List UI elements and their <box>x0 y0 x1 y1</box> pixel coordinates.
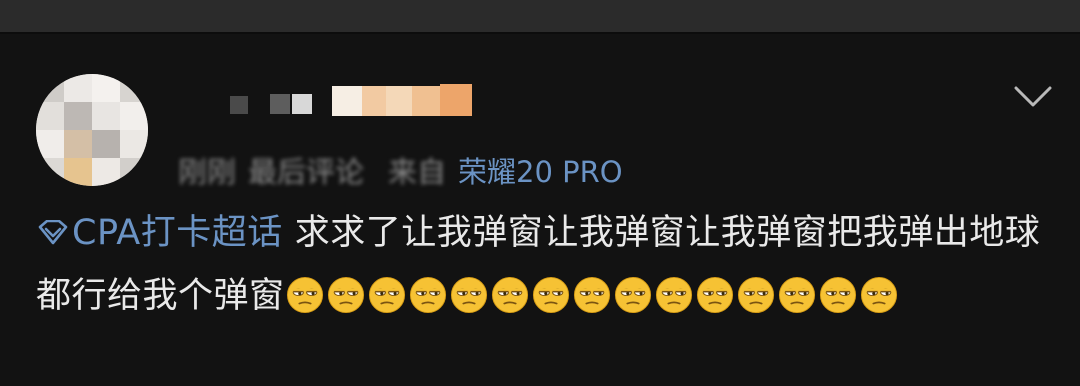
topic-label: CPA打卡超话 <box>72 213 283 253</box>
timestamp: 刚刚 <box>178 155 237 189</box>
unamused-face-icon <box>286 276 324 314</box>
comment-meta: 刚刚 最后评论 来自 荣耀20 PRO <box>178 150 623 190</box>
topic-link[interactable]: CPA打卡超话 <box>36 213 295 253</box>
unamused-face-icon <box>737 276 775 314</box>
unamused-face-icon <box>491 276 529 314</box>
divider <box>0 32 1080 34</box>
chevron-down-icon[interactable] <box>1012 82 1054 112</box>
unamused-face-icon <box>409 276 447 314</box>
unamused-face-icon <box>778 276 816 314</box>
unamused-face-icon <box>327 276 365 314</box>
source-prefix: 来自 <box>388 155 447 189</box>
meta-label: 最后评论 <box>248 155 365 189</box>
unamused-face-icon <box>614 276 652 314</box>
emoji-row <box>285 276 900 316</box>
username-blurred[interactable] <box>226 84 486 124</box>
unamused-face-icon <box>573 276 611 314</box>
diamond-icon <box>36 205 70 266</box>
top-bar <box>0 0 1080 32</box>
unamused-face-icon <box>860 276 898 314</box>
unamused-face-icon <box>655 276 693 314</box>
comment-body: CPA打卡超话 求求了让我弹窗让我弹窗让我弹窗把我弹出地球都行给我个弹窗 <box>36 203 1046 327</box>
comment-screen: 刚刚 最后评论 来自 荣耀20 PRO CPA打卡超话 求求了让我弹窗让我弹窗让我… <box>0 0 1080 386</box>
unamused-face-icon <box>450 276 488 314</box>
unamused-face-icon <box>532 276 570 314</box>
unamused-face-icon <box>368 276 406 314</box>
device-name: 荣耀20 PRO <box>458 155 623 189</box>
avatar[interactable] <box>36 74 148 186</box>
unamused-face-icon <box>696 276 734 314</box>
unamused-face-icon <box>819 276 857 314</box>
